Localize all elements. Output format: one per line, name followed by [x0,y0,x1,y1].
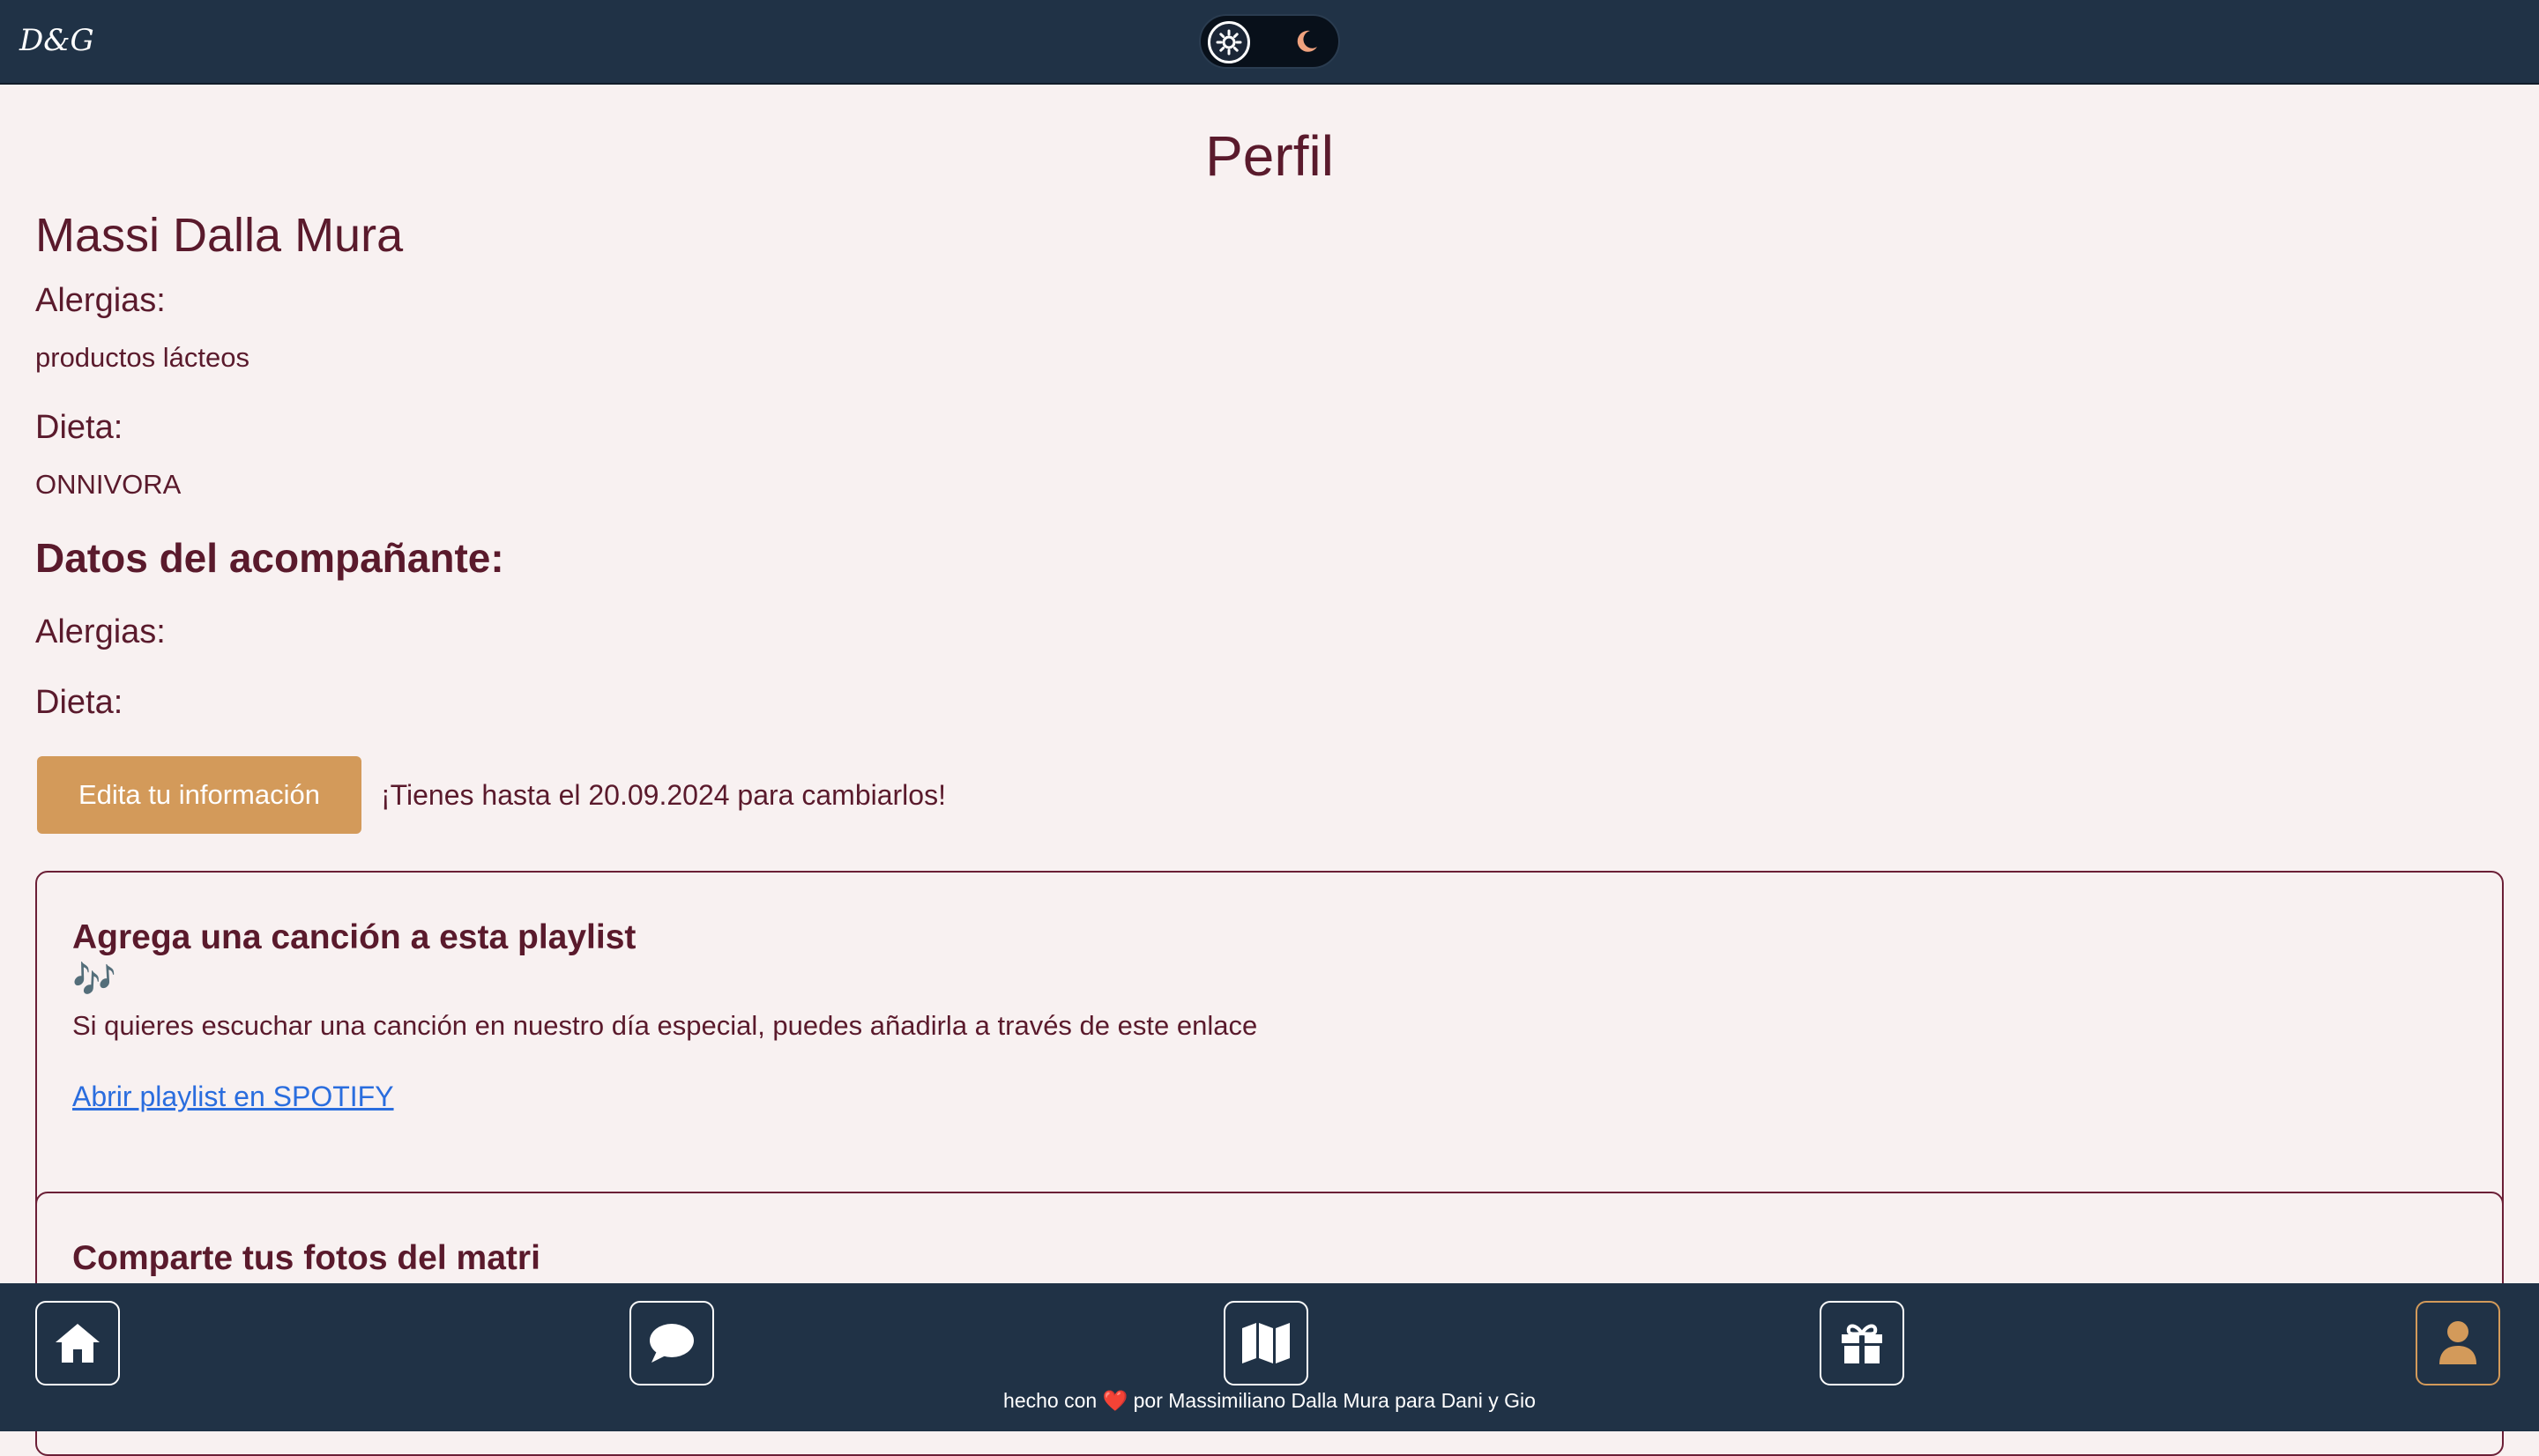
nav-profile-button[interactable] [2416,1301,2500,1385]
theme-toggle[interactable] [1199,14,1340,69]
edit-info-button[interactable]: Edita tu información [37,756,361,834]
sun-icon [1208,21,1250,63]
playlist-card-title: Agrega una canción a esta playlist [72,918,637,956]
footer-prefix: hecho con [1003,1389,1098,1412]
guest-name: Massi Dalla Mura [35,209,404,262]
companion-allergies-label: Alergias: [35,613,166,650]
site-logo[interactable]: D&G [19,23,94,58]
nav-map-button[interactable] [1224,1301,1308,1385]
gift-icon [1842,1324,1882,1363]
page-title: Perfil [1205,124,1334,188]
bottom-navbar: hecho con ❤️ por Massimiliano Dalla Mura… [0,1283,2539,1431]
nav-gift-button[interactable] [1820,1301,1904,1385]
moon-icon [1292,27,1321,60]
heart-icon: ❤️ [1102,1389,1128,1412]
footer-credit: hecho con ❤️ por Massimiliano Dalla Mura… [0,1389,2539,1413]
music-notes-icon: 🎶 [72,960,116,1000]
home-icon [56,1324,100,1363]
spotify-playlist-link[interactable]: Abrir playlist en SPOTIFY [72,1081,394,1113]
companion-diet-label: Dieta: [35,684,123,721]
diet-value: ONNIVORA [35,469,182,500]
chat-icon [650,1324,694,1363]
map-icon [1242,1323,1290,1363]
playlist-card-description: Si quieres escuchar una canción en nuest… [72,1010,1258,1041]
top-navbar: D&G [0,0,2539,85]
photos-card-title: Comparte tus fotos del matri [72,1239,540,1277]
allergies-value: productos lácteos [35,342,249,373]
playlist-card: Agrega una canción a esta playlist 🎶 Si … [35,871,2504,1239]
diet-label: Dieta: [35,409,123,446]
user-icon [2439,1321,2476,1364]
nav-chat-button[interactable] [629,1301,714,1385]
footer-suffix: por Massimiliano Dalla Mura para Dani y … [1133,1389,1536,1412]
companion-heading: Datos del acompañante: [35,535,504,581]
nav-home-button[interactable] [35,1301,120,1385]
deadline-text: ¡Tienes hasta el 20.09.2024 para cambiar… [381,779,946,811]
allergies-label: Alergias: [35,282,166,319]
